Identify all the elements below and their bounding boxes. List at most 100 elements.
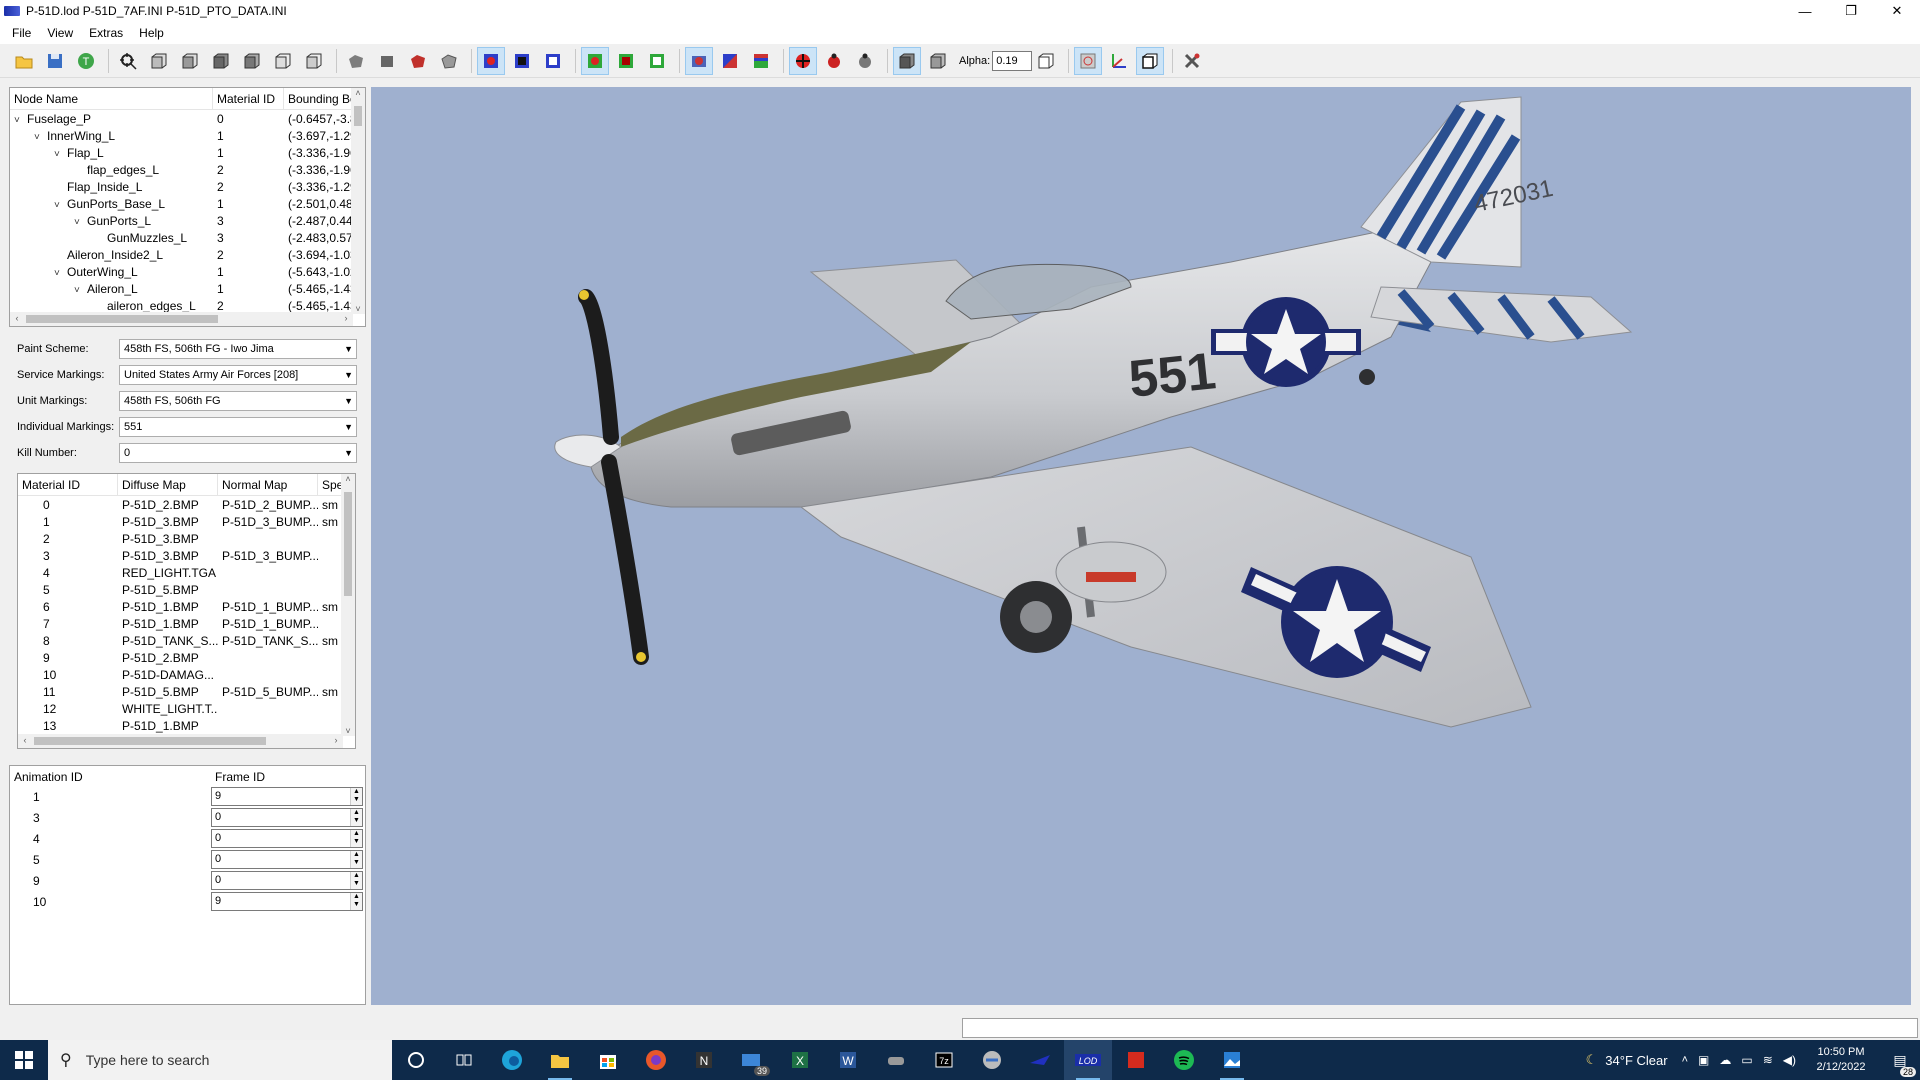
spinner-arrows-icon[interactable]: ▲ ▼ (350, 872, 362, 889)
cortana-icon[interactable] (392, 1040, 440, 1080)
bbox-blue-button[interactable] (508, 47, 536, 75)
start-button[interactable] (0, 1040, 48, 1080)
material-row[interactable]: 2 P-51D_3.BMP (18, 530, 355, 547)
file-explorer-icon[interactable] (536, 1040, 584, 1080)
close-button[interactable]: ✕ (1874, 0, 1920, 22)
material-vertical-scrollbar[interactable]: ˄ ˅ (341, 474, 355, 736)
damage-grey-button[interactable] (851, 47, 879, 75)
photos-icon[interactable] (1208, 1040, 1256, 1080)
node-name-header[interactable]: Node Name (10, 88, 213, 109)
wifi-icon[interactable]: ≋ (1763, 1053, 1773, 1067)
normals-outline-button[interactable] (643, 47, 671, 75)
spinner-arrows-icon[interactable]: ▲ ▼ (350, 809, 362, 826)
expand-arrow-icon[interactable]: ˅ (14, 115, 24, 126)
spinner-arrows-icon[interactable]: ▲ ▼ (350, 893, 362, 910)
material-list[interactable]: Material ID Diffuse Map Normal Map Spe 0… (17, 473, 356, 749)
material-row[interactable]: 9 P-51D_2.BMP (18, 649, 355, 666)
tray-chevron-icon[interactable]: ˄ (1682, 1054, 1688, 1066)
normals-red-button[interactable] (581, 46, 609, 75)
3d-viewport[interactable]: 472031 551 (371, 87, 1911, 1005)
tree-node-row[interactable]: ˅ Flap_L 1 (-3.336,-1.96 (10, 144, 365, 161)
frame-id-spinner[interactable]: 0 ▲ ▼ (211, 871, 363, 890)
texture-button[interactable]: T (72, 47, 100, 75)
expand-arrow-icon[interactable]: ˅ (74, 285, 84, 296)
axes-button[interactable] (1105, 47, 1133, 75)
normals-green-button[interactable] (612, 47, 640, 75)
material-row[interactable]: 3 P-51D_3.BMP P-51D_3_BUMP.... (18, 547, 355, 564)
material-row[interactable]: 6 P-51D_1.BMP P-51D_1_BUMP.... sm (18, 598, 355, 615)
mat-id-header[interactable]: Material ID (18, 474, 118, 495)
diffuse-map-header[interactable]: Diffuse Map (118, 474, 218, 495)
tree-hscroll-thumb[interactable] (26, 315, 218, 323)
tree-node-row[interactable]: flap_edges_L 2 (-3.336,-1.96 (10, 161, 365, 178)
frame-id-spinner[interactable]: 0 ▲ ▼ (211, 829, 363, 848)
edge-icon[interactable] (488, 1040, 536, 1080)
material-row[interactable]: 10 P-51D-DAMAG... (18, 666, 355, 683)
cloud-icon[interactable]: ☁ (1719, 1053, 1731, 1067)
damage-bug-button[interactable] (820, 47, 848, 75)
spinner-arrows-icon[interactable]: ▲ ▼ (350, 851, 362, 868)
weather-text[interactable]: 34°F Clear (1605, 1053, 1667, 1068)
wireframe-box-button[interactable] (1032, 47, 1060, 75)
menu-view[interactable]: View (39, 26, 81, 40)
task-view-icon[interactable] (440, 1040, 488, 1080)
tray-security-icon[interactable]: ▣ (1698, 1053, 1709, 1067)
material-scroll-thumb[interactable] (344, 492, 352, 596)
7zip-icon[interactable]: 7z (920, 1040, 968, 1080)
zoom-extents-button[interactable] (114, 47, 142, 75)
open-folder-button[interactable] (10, 47, 38, 75)
tree-vertical-scrollbar[interactable]: ˄ ˅ (351, 88, 365, 314)
view-right-button[interactable] (300, 47, 328, 75)
texture-shade-button[interactable] (716, 47, 744, 75)
mesh-red-button[interactable] (404, 47, 432, 75)
marking-dropdown[interactable]: 551 ▼ (119, 417, 357, 437)
tree-node-row[interactable]: ˅ Fuselage_P 0 (-0.6457,-3.8 (10, 110, 365, 127)
taskbar-search[interactable]: ⚲ Type here to search (48, 1040, 392, 1080)
bounding-box-button[interactable] (1136, 46, 1165, 75)
marking-dropdown[interactable]: 458th FS, 506th FG - Iwo Jima ▼ (119, 339, 357, 359)
mesh-cube-button[interactable] (373, 47, 401, 75)
spotify-icon[interactable] (1160, 1040, 1208, 1080)
material-row[interactable]: 7 P-51D_1.BMP P-51D_1_BUMP.... (18, 615, 355, 632)
shade-button[interactable] (685, 46, 713, 75)
expand-arrow-icon[interactable]: ˅ (54, 149, 64, 160)
game-controller-icon[interactable] (872, 1040, 920, 1080)
tree-node-row[interactable]: ˅ GunPorts_L 3 (-2.487,0.446 (10, 212, 365, 229)
expand-arrow-icon[interactable]: ˅ (54, 200, 64, 211)
alpha-spinner[interactable]: 0.19 (992, 50, 1033, 71)
material-row[interactable]: 8 P-51D_TANK_S... P-51D_TANK_S... sm (18, 632, 355, 649)
marking-dropdown[interactable]: 0 ▼ (119, 443, 357, 463)
notifications-button[interactable]: ▤ 28 (1880, 1052, 1920, 1077)
save-button[interactable] (41, 47, 69, 75)
tree-horizontal-scrollbar[interactable]: ‹ › (10, 312, 353, 326)
tree-node-row[interactable]: ˅ OuterWing_L 1 (-5.643,-1.02 (10, 263, 365, 280)
view-left-button[interactable] (269, 47, 297, 75)
word-icon[interactable]: W (824, 1040, 872, 1080)
frame-id-spinner[interactable]: 9 ▲ ▼ (211, 892, 363, 911)
acrobat-icon[interactable] (1112, 1040, 1160, 1080)
frame-id-spinner[interactable]: 0 ▲ ▼ (211, 808, 363, 827)
tree-node-row[interactable]: GunMuzzles_L 3 (-2.483,0.579 (10, 229, 365, 246)
excel-icon[interactable]: X (776, 1040, 824, 1080)
material-row[interactable]: 5 P-51D_5.BMP (18, 581, 355, 598)
lighting-button[interactable] (747, 47, 775, 75)
solid-box-button[interactable] (893, 46, 921, 75)
node-tree[interactable]: Node Name Material ID Bounding Bo ˅ Fusel… (9, 87, 366, 327)
volume-icon[interactable]: ◀) (1783, 1053, 1796, 1067)
alpha-box-button[interactable] (924, 47, 952, 75)
material-hscroll-thumb[interactable] (34, 737, 266, 745)
material-row[interactable]: 0 P-51D_2.BMP P-51D_2_BUMP.... sm (18, 496, 355, 513)
specular-header[interactable]: Spe (318, 474, 343, 495)
mail-icon[interactable]: 39 (728, 1040, 776, 1080)
flight-sim-icon[interactable] (1016, 1040, 1064, 1080)
tree-node-row[interactable]: ˅ Aileron_L 1 (-5.465,-1.43 (10, 280, 365, 297)
tool-app-icon[interactable] (968, 1040, 1016, 1080)
grid-button[interactable] (1074, 46, 1103, 75)
tree-node-row[interactable]: ˅ InnerWing_L 1 (-3.697,-1.29 (10, 127, 365, 144)
tree-node-row[interactable]: Aileron_Inside2_L 2 (-3.694,-1.03 (10, 246, 365, 263)
material-row[interactable]: 12 WHITE_LIGHT.T... (18, 700, 355, 717)
material-horizontal-scrollbar[interactable]: ‹ › (18, 734, 343, 748)
expand-arrow-icon[interactable]: ˅ (34, 132, 44, 143)
tree-scroll-thumb[interactable] (354, 106, 362, 126)
mesh-grey-button[interactable] (342, 47, 370, 75)
